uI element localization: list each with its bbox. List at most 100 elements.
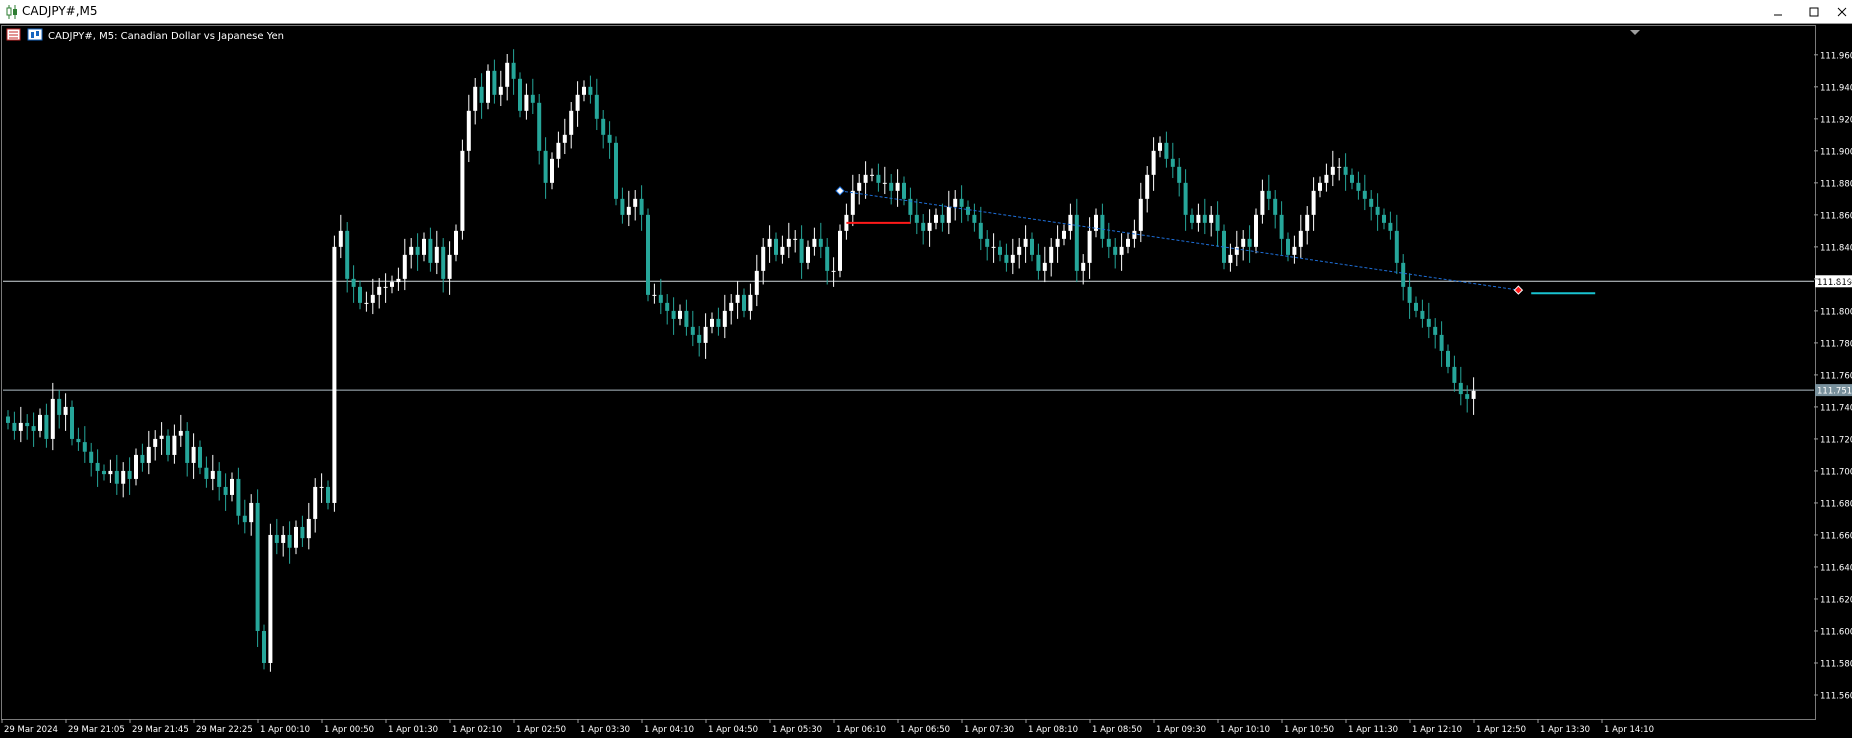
candle-body	[134, 454, 138, 479]
candle-body	[50, 398, 55, 439]
candle-body	[57, 398, 62, 415]
time-tick-label: 1 Apr 10:50	[1284, 725, 1334, 734]
candle-body	[358, 286, 362, 303]
price-chart[interactable]: CADJPY#, M5: Canadian Dollar vs Japanese…	[0, 24, 1852, 735]
candle-body	[998, 246, 1002, 255]
candle-body	[569, 110, 574, 135]
time-tick-label: 1 Apr 00:50	[324, 725, 374, 734]
candle-body	[1158, 142, 1162, 151]
candle-body	[972, 214, 977, 223]
price-tick-label: 111.820	[1820, 275, 1852, 285]
bear-candle	[646, 208, 650, 302]
candle-body	[1119, 246, 1124, 255]
candle-body	[210, 470, 215, 479]
candle-body	[396, 278, 401, 283]
chart-canvas[interactable]: CADJPY#, M5: Canadian Dollar vs Japanese…	[0, 24, 1852, 735]
candle-body	[697, 334, 702, 343]
candle-body	[102, 470, 106, 475]
candle-body	[255, 502, 260, 631]
candle-body	[934, 214, 938, 223]
candle-body	[646, 214, 650, 295]
candle-body	[562, 134, 567, 143]
candle-body	[1330, 166, 1335, 175]
candle-body	[524, 94, 529, 111]
candle-body	[882, 182, 887, 184]
candle-body	[812, 238, 817, 247]
maximize-button[interactable]	[1796, 0, 1832, 24]
candle-body	[1414, 302, 1418, 311]
window-titlebar: CADJPY#,M5	[0, 0, 1852, 24]
candle-body	[857, 182, 862, 191]
candle-body	[863, 174, 868, 183]
candle-body	[441, 246, 446, 279]
candle-body	[1433, 326, 1438, 335]
candle-body	[1343, 166, 1348, 175]
candle-body	[422, 238, 426, 255]
minimize-button[interactable]	[1760, 0, 1796, 24]
bear-candle	[255, 489, 260, 647]
candle-body	[274, 534, 279, 543]
candle-body	[754, 270, 759, 295]
candle-body	[191, 446, 196, 463]
candle-body	[1394, 230, 1399, 263]
time-tick-label: 1 Apr 01:30	[388, 725, 438, 734]
candle-body	[710, 318, 714, 327]
bear-candle	[70, 400, 74, 446]
price-tick-label: 111.780	[1820, 339, 1852, 349]
candle-body	[607, 134, 612, 143]
bull-candle	[268, 523, 273, 672]
chart-type-icon[interactable]	[27, 28, 43, 41]
candle-body	[262, 630, 266, 663]
candle-body	[831, 270, 836, 272]
candle-body	[294, 526, 298, 548]
candle-body	[537, 102, 542, 151]
candle-body	[735, 294, 740, 303]
candle-body	[6, 416, 10, 423]
candle-body	[1049, 246, 1054, 263]
time-tick-label: 1 Apr 06:50	[900, 725, 950, 734]
candle-body	[1350, 174, 1354, 183]
time-tick-label: 1 Apr 02:50	[516, 725, 566, 734]
candle-body	[1164, 142, 1169, 159]
candle-body	[1068, 214, 1073, 231]
candle-body	[671, 310, 676, 319]
price-tick-label: 111.680	[1820, 499, 1852, 509]
candle-body	[1138, 198, 1143, 231]
candle-body	[1030, 238, 1034, 255]
candle-body	[806, 246, 810, 263]
candle-body	[338, 230, 343, 247]
candle-body	[1023, 238, 1028, 247]
bear-candle	[614, 136, 618, 206]
candle-body	[1126, 238, 1130, 247]
candle-body	[588, 86, 593, 95]
chart-header: CADJPY#, M5: Canadian Dollar vs Japanese…	[6, 28, 284, 42]
candle-body	[774, 238, 778, 255]
candle-body	[198, 446, 202, 468]
candle-body	[690, 326, 695, 335]
candle-body	[89, 451, 94, 463]
candle-body	[466, 110, 471, 151]
time-tick-label: 29 Mar 21:05	[68, 725, 125, 734]
candle-body	[1286, 238, 1290, 255]
candle-body	[70, 406, 74, 439]
time-tick-label: 29 Mar 2024	[4, 725, 58, 734]
candle-body	[959, 198, 964, 207]
candle-body	[1420, 310, 1425, 319]
price-tick-label: 111.740	[1820, 403, 1852, 413]
price-tick-label: 111.700	[1820, 467, 1852, 477]
chart-list-icon[interactable]	[6, 28, 21, 41]
price-tick-label: 111.580	[1820, 659, 1852, 669]
bull-candle	[1254, 208, 1258, 254]
close-button[interactable]	[1832, 0, 1852, 24]
candle-body	[652, 294, 657, 296]
candle-body	[1100, 214, 1105, 239]
candle-body	[1254, 214, 1258, 247]
candle-body	[921, 222, 926, 231]
candle-body	[518, 78, 522, 111]
window-title: CADJPY#,M5	[22, 4, 98, 18]
candle-body	[428, 238, 433, 263]
candle-body	[1215, 214, 1220, 231]
price-tick-label: 111.920	[1820, 115, 1852, 125]
candle-body	[473, 86, 478, 111]
candle-body	[1266, 190, 1271, 199]
